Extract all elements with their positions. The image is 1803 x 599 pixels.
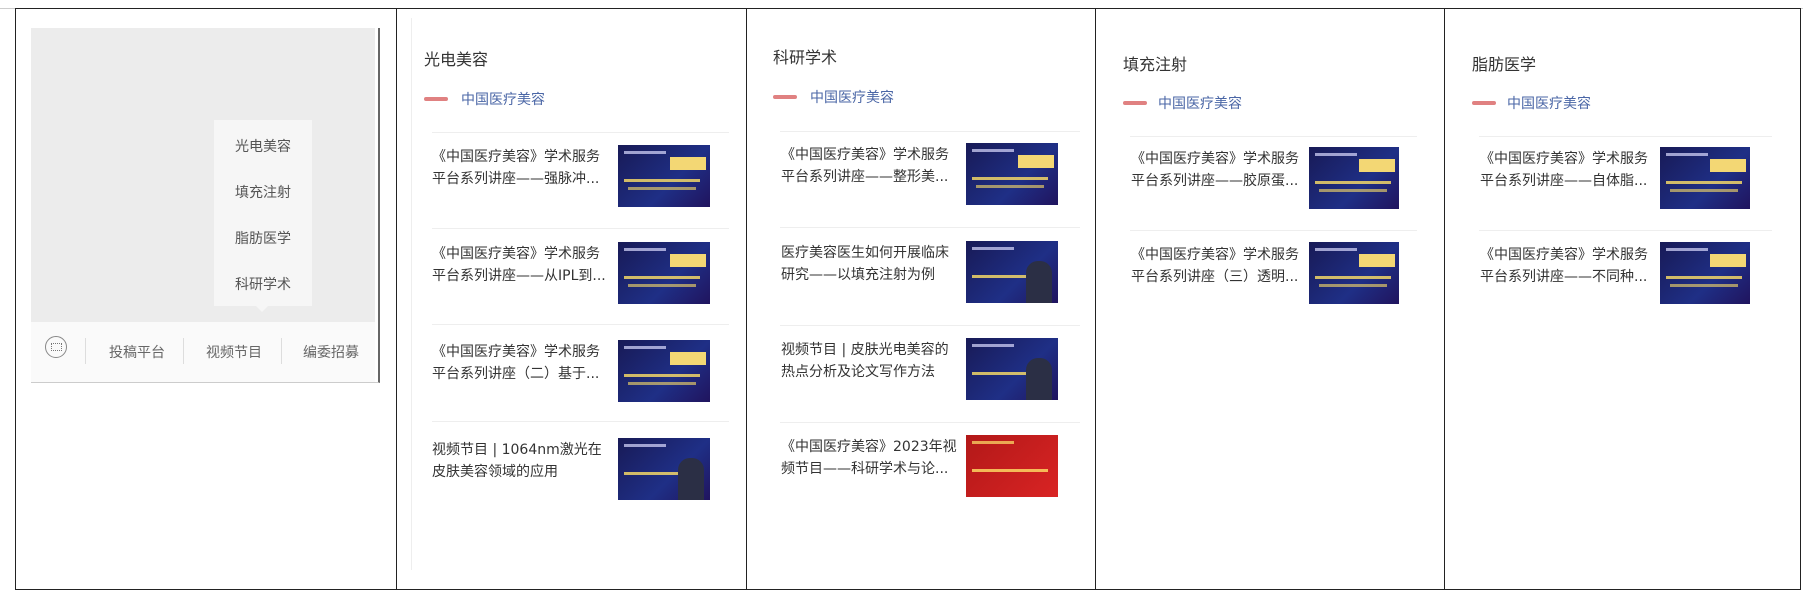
article-title[interactable]: 医疗美容医生如何开展临床研究——以填充注射为例	[781, 242, 957, 286]
source-name[interactable]: 中国医疗美容	[1158, 93, 1242, 113]
article-thumbnail[interactable]	[1660, 242, 1750, 304]
divider	[1479, 230, 1772, 231]
tab-separator	[183, 338, 184, 364]
column-title-filler: 填充注射	[1123, 55, 1188, 74]
divider	[432, 132, 729, 133]
popup-item-photoelectric[interactable]: 光电美容	[214, 136, 312, 156]
popup-item-research[interactable]: 科研学术	[214, 274, 312, 294]
divider	[1479, 136, 1772, 137]
source-logo	[424, 97, 448, 101]
divider	[780, 422, 1080, 423]
divider	[1130, 136, 1417, 137]
source-name[interactable]: 中国医疗美容	[461, 89, 545, 109]
tab-separator	[281, 338, 282, 364]
keyboard-icon[interactable]	[45, 336, 67, 358]
article-thumbnail[interactable]	[966, 143, 1058, 205]
divider	[780, 325, 1080, 326]
article-thumbnail[interactable]	[1309, 242, 1399, 304]
article-title[interactable]: 《中国医疗美容》学术服务平台系列讲座（二）基于...	[432, 341, 608, 385]
phone-screen	[31, 28, 375, 322]
article-thumbnail[interactable]	[1309, 147, 1399, 209]
source-name[interactable]: 中国医疗美容	[1507, 93, 1591, 113]
column-divider	[1095, 8, 1096, 590]
phone-preview: 光电美容 填充注射 脂肪医学 科研学术 投稿平台 视频节目 编委招募	[31, 28, 380, 383]
article-title[interactable]: 《中国医疗美容》学术服务平台系列讲座——自体脂...	[1480, 148, 1656, 192]
article-title[interactable]: 《中国医疗美容》学术服务平台系列讲座——从IPL到...	[432, 243, 608, 287]
column-divider	[396, 8, 397, 590]
tab-submission-platform[interactable]: 投稿平台	[109, 342, 165, 362]
column-title-photoelectric: 光电美容	[424, 50, 489, 69]
column-inner-line	[411, 18, 412, 570]
article-title[interactable]: 《中国医疗美容》2023年视频节目——科研学术与论...	[781, 436, 957, 480]
article-thumbnail[interactable]	[966, 435, 1058, 497]
popup-item-filler[interactable]: 填充注射	[214, 182, 312, 202]
source-logo	[1123, 101, 1147, 105]
divider	[1130, 230, 1417, 231]
divider	[780, 131, 1080, 132]
article-title[interactable]: 《中国医疗美容》学术服务平台系列讲座——整形美...	[781, 144, 957, 188]
article-title[interactable]: 视频节目 | 皮肤光电美容的热点分析及论文写作方法	[781, 339, 957, 383]
article-title[interactable]: 《中国医疗美容》学术服务平台系列讲座（三）透明...	[1131, 244, 1307, 288]
article-thumbnail[interactable]	[618, 340, 710, 402]
article-title[interactable]: 视频节目 | 1064nm激光在皮肤美容领域的应用	[432, 439, 608, 483]
tab-separator	[85, 338, 86, 364]
article-thumbnail[interactable]	[966, 338, 1058, 400]
divider	[432, 421, 729, 422]
article-title[interactable]: 《中国医疗美容》学术服务平台系列讲座——不同种...	[1480, 244, 1656, 288]
divider	[780, 227, 1080, 228]
column-title-research: 科研学术	[773, 48, 838, 67]
column-title-fat: 脂肪医学	[1472, 55, 1537, 74]
bottom-tab-bar: 投稿平台 视频节目 编委招募	[31, 322, 375, 382]
article-title[interactable]: 《中国医疗美容》学术服务平台系列讲座——胶原蛋...	[1131, 148, 1307, 192]
column-divider	[1444, 8, 1445, 590]
divider	[432, 228, 729, 229]
source-logo	[773, 95, 797, 99]
source-logo	[1472, 101, 1496, 105]
article-thumbnail[interactable]	[618, 242, 710, 304]
article-title[interactable]: 《中国医疗美容》学术服务平台系列讲座——强脉冲...	[432, 146, 608, 190]
column-divider	[746, 8, 747, 590]
tab-video-programs[interactable]: 视频节目	[206, 342, 262, 362]
category-popup-menu: 光电美容 填充注射 脂肪医学 科研学术	[214, 120, 312, 306]
tab-editor-recruit[interactable]: 编委招募	[303, 342, 359, 362]
article-thumbnail[interactable]	[618, 145, 710, 207]
article-thumbnail[interactable]	[618, 438, 710, 500]
popup-item-fat[interactable]: 脂肪医学	[214, 228, 312, 248]
article-thumbnail[interactable]	[966, 241, 1058, 303]
popup-caret	[256, 306, 268, 312]
divider	[432, 324, 729, 325]
source-name[interactable]: 中国医疗美容	[810, 87, 894, 107]
article-thumbnail[interactable]	[1660, 147, 1750, 209]
